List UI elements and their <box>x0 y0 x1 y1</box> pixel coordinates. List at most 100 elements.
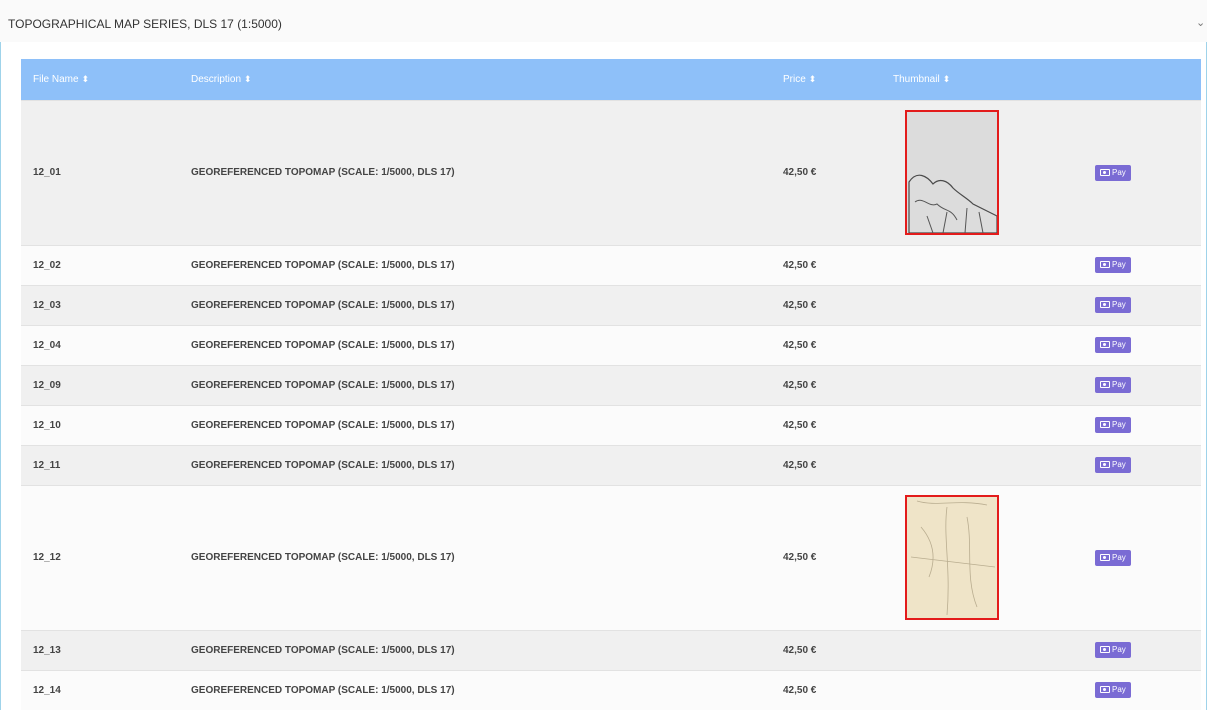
pay-button-label: Pay <box>1112 420 1126 429</box>
table-row: 12_14 GEOREFERENCED TOPOMAP (SCALE: 1/500… <box>21 669 1201 710</box>
pay-button-label: Pay <box>1112 300 1126 309</box>
file-name-cell: 12_12 <box>21 484 179 630</box>
table-body: 12_01 GEOREFERENCED TOPOMAP (SCALE: 1/500… <box>21 99 1201 710</box>
price-cell: 42,50 € <box>771 444 881 485</box>
action-cell: Pay <box>1083 244 1201 285</box>
money-icon <box>1100 168 1110 176</box>
description-cell: GEOREFERENCED TOPOMAP (SCALE: 1/5000, DL… <box>179 99 771 245</box>
action-cell: Pay <box>1083 324 1201 365</box>
map-thumbnail[interactable] <box>905 495 999 620</box>
price-cell: 42,50 € <box>771 99 881 245</box>
sort-icon[interactable]: ⬍ <box>244 74 252 84</box>
description-cell: GEOREFERENCED TOPOMAP (SCALE: 1/5000, DL… <box>179 484 771 630</box>
money-icon <box>1100 461 1110 468</box>
pay-button-label: Pay <box>1112 645 1126 654</box>
panel-header[interactable]: TOPOGRAPHICAL MAP SERIES, DLS 17 (1:5000… <box>0 0 1207 42</box>
money-icon <box>1100 301 1110 308</box>
file-name-cell: 12_10 <box>21 404 179 445</box>
thumbnail-cell <box>881 284 1083 325</box>
file-name-cell: 12_09 <box>21 364 179 405</box>
pay-button-label: Pay <box>1112 685 1126 695</box>
pay-button-label: Pay <box>1112 552 1126 562</box>
file-name-cell: 12_03 <box>21 284 179 325</box>
table-row: 12_03 GEOREFERENCED TOPOMAP (SCALE: 1/500… <box>21 284 1201 325</box>
thumbnail-cell <box>881 444 1083 485</box>
pay-button-label: Pay <box>1112 340 1126 349</box>
file-name-cell: 12_04 <box>21 324 179 365</box>
price-cell: 42,50 € <box>771 324 881 365</box>
description-cell: GEOREFERENCED TOPOMAP (SCALE: 1/5000, DL… <box>179 284 771 325</box>
price-cell: 42,50 € <box>771 404 881 445</box>
pay-button[interactable]: Pay <box>1095 457 1131 473</box>
price-cell: 42,50 € <box>771 484 881 630</box>
file-name-cell: 12_01 <box>21 99 179 245</box>
table-header-row: File Name ⬍ Description ⬍ Price ⬍ Thumbnail… <box>21 59 1201 100</box>
sort-icon[interactable]: ⬍ <box>943 74 951 84</box>
action-cell: Pay <box>1083 669 1201 710</box>
column-header-thumbnail[interactable]: Thumbnail ⬍ <box>881 59 1083 100</box>
thumbnail-cell <box>881 324 1083 365</box>
money-icon <box>1100 381 1110 388</box>
table-row: 12_01 GEOREFERENCED TOPOMAP (SCALE: 1/500… <box>21 99 1201 245</box>
file-name-cell: 12_13 <box>21 629 179 670</box>
price-cell: 42,50 € <box>771 669 881 710</box>
thumbnail-cell <box>881 484 1083 630</box>
thumbnail-cell <box>881 629 1083 670</box>
description-cell: GEOREFERENCED TOPOMAP (SCALE: 1/5000, DL… <box>179 244 771 285</box>
action-cell: Pay <box>1083 284 1201 325</box>
description-cell: GEOREFERENCED TOPOMAP (SCALE: 1/5000, DL… <box>179 669 771 710</box>
pay-button-label: Pay <box>1112 167 1126 177</box>
sort-icon[interactable]: ⬍ <box>809 74 817 84</box>
table-row: 12_09 GEOREFERENCED TOPOMAP (SCALE: 1/500… <box>21 364 1201 405</box>
pay-button-label: Pay <box>1112 260 1126 269</box>
map-thumbnail[interactable] <box>905 110 999 235</box>
pay-button[interactable]: Pay <box>1095 549 1131 566</box>
table-row: 12_04 GEOREFERENCED TOPOMAP (SCALE: 1/500… <box>21 324 1201 365</box>
table-row: 12_13 GEOREFERENCED TOPOMAP (SCALE: 1/500… <box>21 629 1201 670</box>
pay-button[interactable]: Pay <box>1095 417 1131 433</box>
thumbnail-cell <box>881 99 1083 245</box>
column-header-description[interactable]: Description ⬍ <box>179 59 771 100</box>
description-cell: GEOREFERENCED TOPOMAP (SCALE: 1/5000, DL… <box>179 629 771 670</box>
sort-icon[interactable]: ⬍ <box>82 74 90 84</box>
description-cell: GEOREFERENCED TOPOMAP (SCALE: 1/5000, DL… <box>179 404 771 445</box>
pay-button-label: Pay <box>1112 380 1126 389</box>
money-icon <box>1100 341 1110 348</box>
description-cell: GEOREFERENCED TOPOMAP (SCALE: 1/5000, DL… <box>179 364 771 405</box>
pay-button[interactable]: Pay <box>1095 164 1131 181</box>
pay-button[interactable]: Pay <box>1095 257 1131 273</box>
description-cell: GEOREFERENCED TOPOMAP (SCALE: 1/5000, DL… <box>179 324 771 365</box>
action-cell: Pay <box>1083 404 1201 445</box>
price-cell: 42,50 € <box>771 364 881 405</box>
file-name-cell: 12_14 <box>21 669 179 710</box>
pay-button[interactable]: Pay <box>1095 297 1131 313</box>
price-cell: 42,50 € <box>771 284 881 325</box>
pay-button-label: Pay <box>1112 460 1126 469</box>
action-cell: Pay <box>1083 484 1201 630</box>
money-icon <box>1100 553 1110 561</box>
price-cell: 42,50 € <box>771 244 881 285</box>
price-cell: 42,50 € <box>771 629 881 670</box>
pay-button[interactable]: Pay <box>1095 377 1131 393</box>
pay-button[interactable]: Pay <box>1095 682 1131 699</box>
file-name-cell: 12_02 <box>21 244 179 285</box>
column-header-file-name[interactable]: File Name ⬍ <box>21 59 179 100</box>
chevron-down-icon[interactable]: ⌄ <box>1196 16 1205 29</box>
column-header-actions <box>1083 59 1201 100</box>
action-cell: Pay <box>1083 99 1201 245</box>
table-row: 12_11 GEOREFERENCED TOPOMAP (SCALE: 1/500… <box>21 444 1201 485</box>
pay-button[interactable]: Pay <box>1095 337 1131 353</box>
thumbnail-cell <box>881 244 1083 285</box>
file-name-cell: 12_11 <box>21 444 179 485</box>
column-header-price[interactable]: Price ⬍ <box>771 59 881 100</box>
action-cell: Pay <box>1083 364 1201 405</box>
money-icon <box>1100 686 1110 694</box>
action-cell: Pay <box>1083 444 1201 485</box>
thumbnail-cell <box>881 669 1083 710</box>
money-icon <box>1100 421 1110 428</box>
pay-button[interactable]: Pay <box>1095 642 1131 658</box>
action-cell: Pay <box>1083 629 1201 670</box>
panel-title: TOPOGRAPHICAL MAP SERIES, DLS 17 (1:5000… <box>8 17 282 31</box>
money-icon <box>1100 261 1110 268</box>
table-row: 12_02 GEOREFERENCED TOPOMAP (SCALE: 1/500… <box>21 244 1201 285</box>
